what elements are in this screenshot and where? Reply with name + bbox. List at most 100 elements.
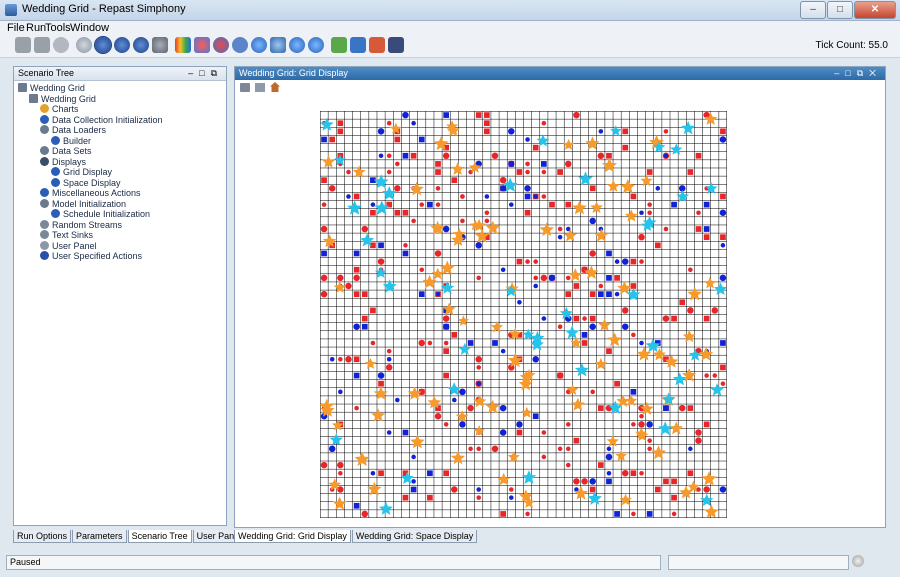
red-agent	[671, 315, 677, 322]
maximize-button[interactable]: □	[827, 1, 853, 19]
red-agent	[671, 511, 677, 517]
db2-icon[interactable]	[232, 37, 248, 53]
tab-run-options[interactable]: Run Options	[13, 530, 72, 543]
tree-item[interactable]: Displays	[40, 156, 87, 167]
home-icon[interactable]	[270, 82, 280, 92]
tree-item[interactable]: User Panel	[40, 240, 97, 251]
red-agent	[402, 209, 409, 216]
red-agent	[443, 372, 450, 379]
close-button[interactable]: ✕	[854, 1, 896, 19]
stop-icon[interactable]	[152, 37, 168, 53]
database-icon[interactable]	[53, 37, 69, 53]
red-agent	[321, 177, 327, 184]
tree-item[interactable]: Builder	[51, 135, 91, 146]
grid-display-panel: Wedding Grid: Grid Display –□⧉✕	[234, 66, 886, 528]
agents-icon[interactable]	[194, 37, 210, 53]
init-icon[interactable]	[76, 37, 92, 53]
blue-agent	[378, 242, 384, 249]
minimize-button[interactable]: –	[800, 1, 826, 19]
red-agent	[622, 128, 629, 135]
tree-item[interactable]: Text Sinks	[40, 230, 93, 240]
tree-item-label: Random Streams	[52, 219, 123, 230]
table-icon[interactable]	[350, 37, 366, 53]
search-icon[interactable]	[270, 37, 286, 53]
camera-icon[interactable]	[240, 83, 250, 92]
menu-window[interactable]: Window	[70, 22, 109, 34]
blue-agent	[671, 201, 677, 208]
red-agent	[646, 169, 653, 175]
red-agent	[671, 494, 677, 501]
red-agent	[541, 454, 547, 460]
earth-icon[interactable]	[289, 37, 305, 53]
move-icon[interactable]	[255, 83, 265, 92]
tree-item[interactable]: Model Initialization	[40, 198, 127, 209]
blue-agent	[418, 291, 425, 297]
tree-item[interactable]: Wedding Grid	[18, 83, 85, 93]
step-icon[interactable]	[94, 36, 112, 54]
record-icon[interactable]	[369, 37, 385, 53]
blue-agent	[597, 291, 604, 297]
menu-run[interactable]: Run	[26, 22, 46, 34]
panel-controls[interactable]: –□⧉	[188, 67, 223, 80]
palette-icon[interactable]	[175, 37, 191, 53]
tree-item[interactable]: Space Display	[51, 177, 121, 188]
grid-icon[interactable]	[331, 37, 347, 53]
red-agent	[320, 225, 328, 233]
blue-agent	[500, 348, 506, 354]
tree-item[interactable]: Data Sets	[40, 146, 92, 156]
tab-grid-display[interactable]: Wedding Grid: Grid Display	[234, 530, 351, 543]
globe-icon[interactable]	[251, 37, 267, 53]
blue-agent	[402, 250, 409, 257]
tree-item-label: Grid Display	[63, 167, 113, 177]
tree-item[interactable]: Random Streams	[40, 219, 123, 230]
red-agent	[581, 340, 588, 346]
tick-count: Tick Count: 55.0	[815, 40, 888, 51]
wedding-grid[interactable]	[320, 111, 727, 518]
tree-item[interactable]: Wedding Grid	[29, 93, 96, 104]
red-agent	[556, 372, 564, 379]
tab-parameters[interactable]: Parameters	[72, 530, 127, 543]
red-agent	[631, 422, 636, 427]
filmstrip-icon[interactable]	[388, 37, 404, 53]
blue-agent	[581, 332, 588, 338]
blue-agent	[533, 194, 538, 199]
red-agent	[573, 478, 580, 485]
red-agent	[476, 275, 482, 281]
tab-space-display[interactable]: Wedding Grid: Space Display	[351, 530, 478, 543]
tree-item[interactable]: Data Collection Initialization	[40, 114, 163, 125]
red-agent	[525, 161, 530, 167]
tree-item-label: User Specified Actions	[52, 251, 143, 261]
tree-item[interactable]: User Specified Actions	[40, 251, 142, 261]
fast-play-icon[interactable]	[133, 37, 149, 53]
blue-agent	[499, 429, 507, 436]
display-controls[interactable]: –□⧉✕	[834, 67, 882, 80]
menu-tools[interactable]: Tools	[45, 22, 71, 34]
red-agent	[386, 120, 392, 126]
red-agent	[353, 266, 360, 273]
tree-item[interactable]: Charts	[40, 104, 79, 114]
play-icon[interactable]	[114, 37, 130, 53]
red-agent	[654, 486, 661, 493]
red-agent	[320, 274, 328, 282]
tree-item-label: Displays	[52, 156, 87, 167]
red-agent	[614, 275, 620, 281]
menu-file[interactable]: File	[7, 22, 25, 34]
red-agent	[663, 478, 669, 485]
tree-item[interactable]: Schedule Initialization	[51, 209, 150, 219]
blue-agent	[508, 161, 515, 167]
save-icon[interactable]	[34, 37, 50, 53]
tree-item[interactable]: Data Loaders	[40, 125, 106, 135]
red-agent	[589, 185, 596, 192]
chart-icon[interactable]	[213, 37, 229, 53]
red-agent	[443, 340, 449, 346]
tree-item-label: Model Initialization	[52, 198, 127, 209]
red-agent	[525, 169, 530, 175]
blue-agent	[541, 161, 547, 167]
red-agent	[557, 446, 563, 452]
red-agent	[460, 194, 465, 199]
save-all-icon[interactable]	[15, 37, 31, 53]
earth2-icon[interactable]	[308, 37, 324, 53]
tree-item[interactable]: Miscellaneous Actions	[40, 188, 141, 198]
tab-scenario-tree[interactable]: Scenario Tree	[127, 530, 192, 543]
tree-item[interactable]: Grid Display	[51, 167, 112, 177]
